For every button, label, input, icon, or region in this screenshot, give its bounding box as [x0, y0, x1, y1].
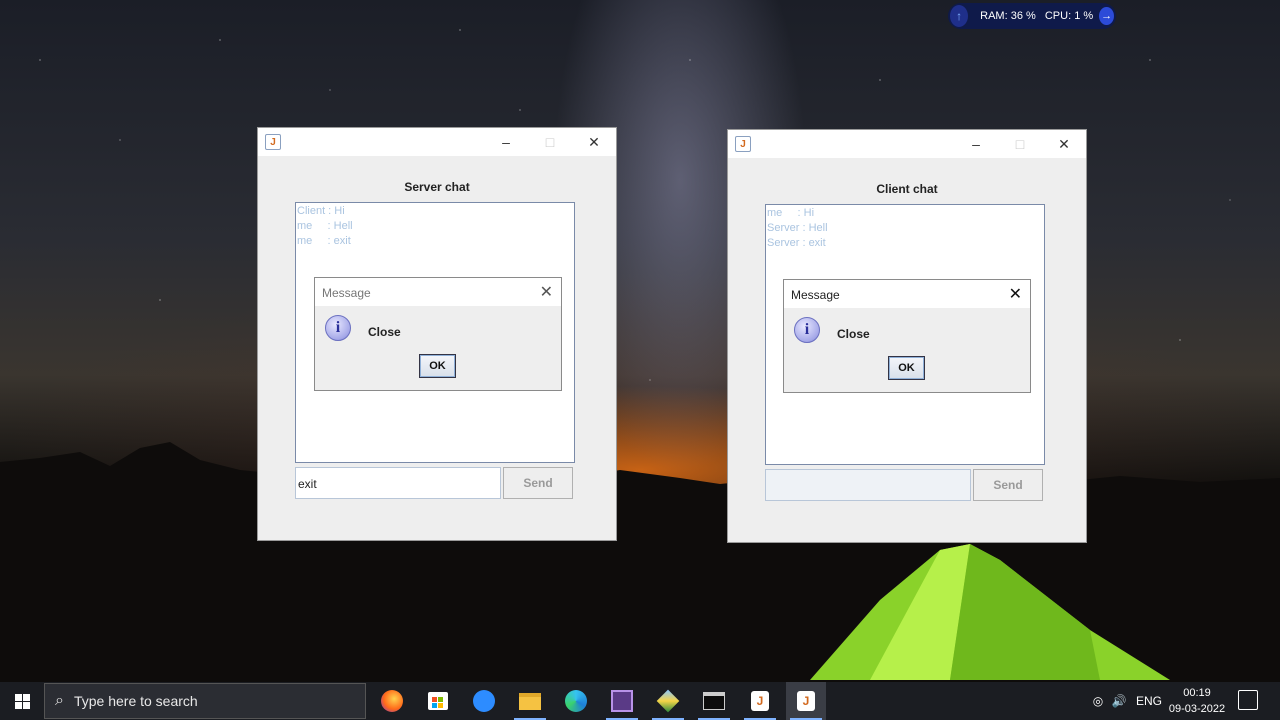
chat-message: me : Hell — [297, 220, 353, 232]
chat-message: Server : Hell — [767, 222, 828, 234]
rocket-icon: ↑ — [950, 5, 969, 27]
game-icon[interactable] — [602, 682, 642, 720]
close-icon[interactable]: ✕ — [1009, 284, 1022, 304]
green-tent — [810, 544, 1170, 680]
window-titlebar[interactable]: J – □ ✕ — [728, 130, 1086, 158]
start-button[interactable] — [0, 682, 44, 720]
java-icon: J — [735, 136, 751, 152]
taskbar-search[interactable]: ⌕ Type here to search — [44, 683, 366, 719]
java-icon: J — [265, 134, 281, 150]
dialog-title: Message — [322, 286, 371, 300]
volume-icon[interactable]: 🔊 — [1108, 694, 1130, 708]
ok-button[interactable]: OK — [419, 354, 456, 378]
ok-button[interactable]: OK — [888, 356, 925, 380]
notification-icon[interactable] — [1238, 690, 1258, 710]
info-icon: i — [794, 317, 820, 343]
chat-message: Client : Hi — [297, 205, 345, 217]
windows-logo-icon — [14, 693, 30, 709]
chat-message: me : exit — [297, 235, 351, 247]
virtualbox-icon[interactable] — [648, 682, 688, 720]
minimize-button[interactable]: – — [954, 130, 998, 158]
language-indicator[interactable]: ENG — [1136, 694, 1162, 708]
window-titlebar[interactable]: J – □ ✕ — [258, 128, 616, 156]
dialog-title: Message — [791, 288, 840, 302]
message-dialog: Message ✕ i Close OK — [783, 279, 1031, 393]
date: 09-03-2022 — [1168, 703, 1226, 715]
search-placeholder: Type here to search — [73, 693, 198, 709]
close-button[interactable]: ✕ — [1042, 130, 1086, 158]
send-button[interactable]: Send — [503, 467, 573, 499]
arrow-right-icon[interactable]: → — [1099, 7, 1114, 25]
dialog-message: Close — [837, 327, 870, 341]
microsoft-store-icon[interactable] — [418, 682, 458, 720]
resource-monitor[interactable]: ↑ RAM: 36 % CPU: 1 % → — [948, 3, 1116, 29]
zoom-icon[interactable] — [464, 682, 504, 720]
cpu-usage: CPU: 1 % — [1044, 10, 1094, 22]
edge-icon[interactable] — [556, 682, 596, 720]
clock[interactable]: 00:19 09-03-2022 — [1164, 685, 1230, 717]
java-icon[interactable]: J — [740, 682, 780, 720]
search-icon: ⌕ — [55, 692, 64, 709]
firefox-icon[interactable] — [372, 682, 412, 720]
java-icon[interactable]: J — [786, 682, 826, 720]
chat-message: me : Hi — [767, 207, 815, 219]
system-tray: ◎ 🔊 ENG — [1088, 682, 1162, 720]
time: 00:19 — [1183, 687, 1211, 699]
chat-heading: Server chat — [404, 180, 470, 194]
ram-usage: RAM: 36 % — [980, 10, 1036, 22]
close-button[interactable]: ✕ — [572, 128, 616, 156]
close-icon[interactable]: ✕ — [540, 282, 553, 302]
maximize-button[interactable]: □ — [998, 130, 1042, 158]
network-icon[interactable]: ◎ — [1088, 694, 1108, 708]
dialog-message: Close — [368, 325, 401, 339]
chat-heading: Client chat — [876, 182, 938, 196]
file-explorer-icon[interactable] — [510, 682, 550, 720]
minimize-button[interactable]: – — [484, 128, 528, 156]
maximize-button[interactable]: □ — [528, 128, 572, 156]
message-input[interactable]: exit — [295, 467, 501, 499]
message-dialog: Message ✕ i Close OK — [314, 277, 562, 391]
terminal-icon[interactable] — [694, 682, 734, 720]
message-input[interactable] — [765, 469, 971, 501]
info-icon: i — [325, 315, 351, 341]
starry-sky — [0, 0, 1280, 460]
chat-message: Server : exit — [767, 237, 826, 249]
send-button[interactable]: Send — [973, 469, 1043, 501]
